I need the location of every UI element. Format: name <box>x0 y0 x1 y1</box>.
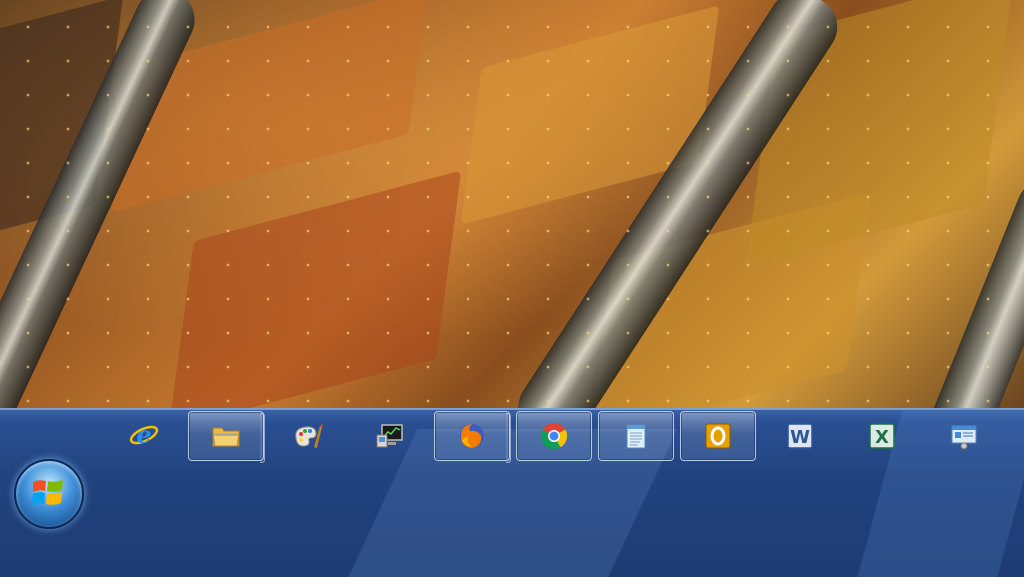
firefox-icon <box>460 424 484 448</box>
windows-logo-icon <box>32 480 63 505</box>
taskbar-item-outlook[interactable] <box>680 411 756 461</box>
taskbar-item-excel[interactable]: X <box>844 411 920 461</box>
svg-text:e: e <box>136 420 151 449</box>
notepad-icon <box>626 424 646 449</box>
taskbar: e W X <box>0 408 1024 577</box>
paint-palette-icon <box>295 423 323 448</box>
taskbar-item-remote-desktop[interactable] <box>352 411 428 461</box>
taskbar-item-chrome[interactable] <box>516 411 592 461</box>
taskbar-item-control-panel[interactable] <box>926 411 1002 461</box>
taskbar-item-word[interactable]: W <box>762 411 838 461</box>
svg-text:X: X <box>875 427 889 448</box>
word-icon: W <box>787 423 813 449</box>
start-button[interactable] <box>14 459 84 529</box>
taskbar-item-windows-explorer[interactable] <box>188 411 264 461</box>
control-panel-icon <box>951 425 977 450</box>
taskbar-item-paint[interactable] <box>270 411 346 461</box>
desktop-wallpaper <box>0 0 1024 410</box>
internet-explorer-icon: e <box>129 420 159 449</box>
svg-text:W: W <box>790 427 810 448</box>
monitor-icon <box>376 424 403 448</box>
folder-icon <box>212 427 240 447</box>
chrome-icon <box>540 423 568 450</box>
taskbar-item-firefox[interactable] <box>434 411 510 461</box>
taskbar-item-internet-explorer[interactable]: e <box>106 411 182 461</box>
excel-icon: X <box>869 423 895 449</box>
taskbar-item-notepad[interactable] <box>598 411 674 461</box>
outlook-icon <box>705 423 731 449</box>
